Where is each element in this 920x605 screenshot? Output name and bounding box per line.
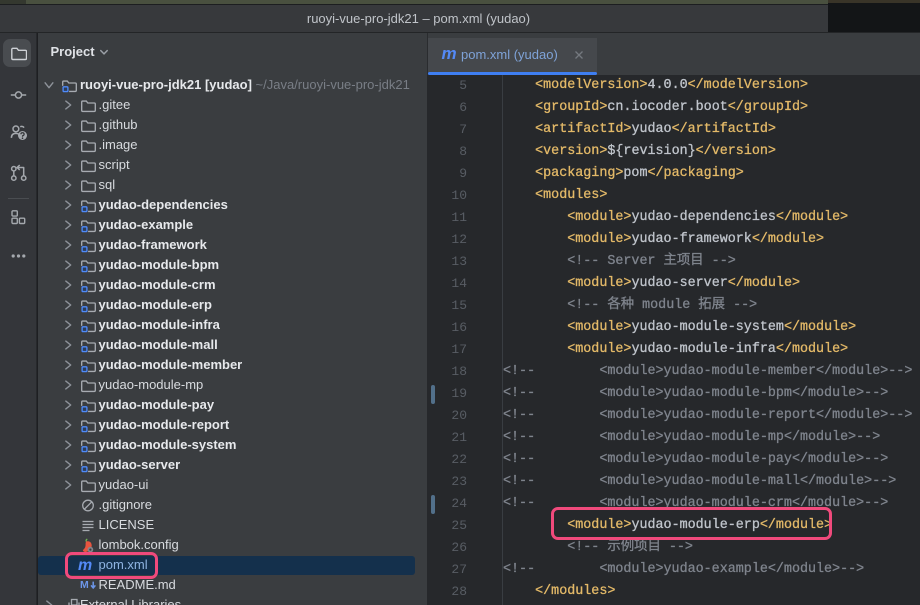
svg-text:M: M xyxy=(80,579,89,591)
